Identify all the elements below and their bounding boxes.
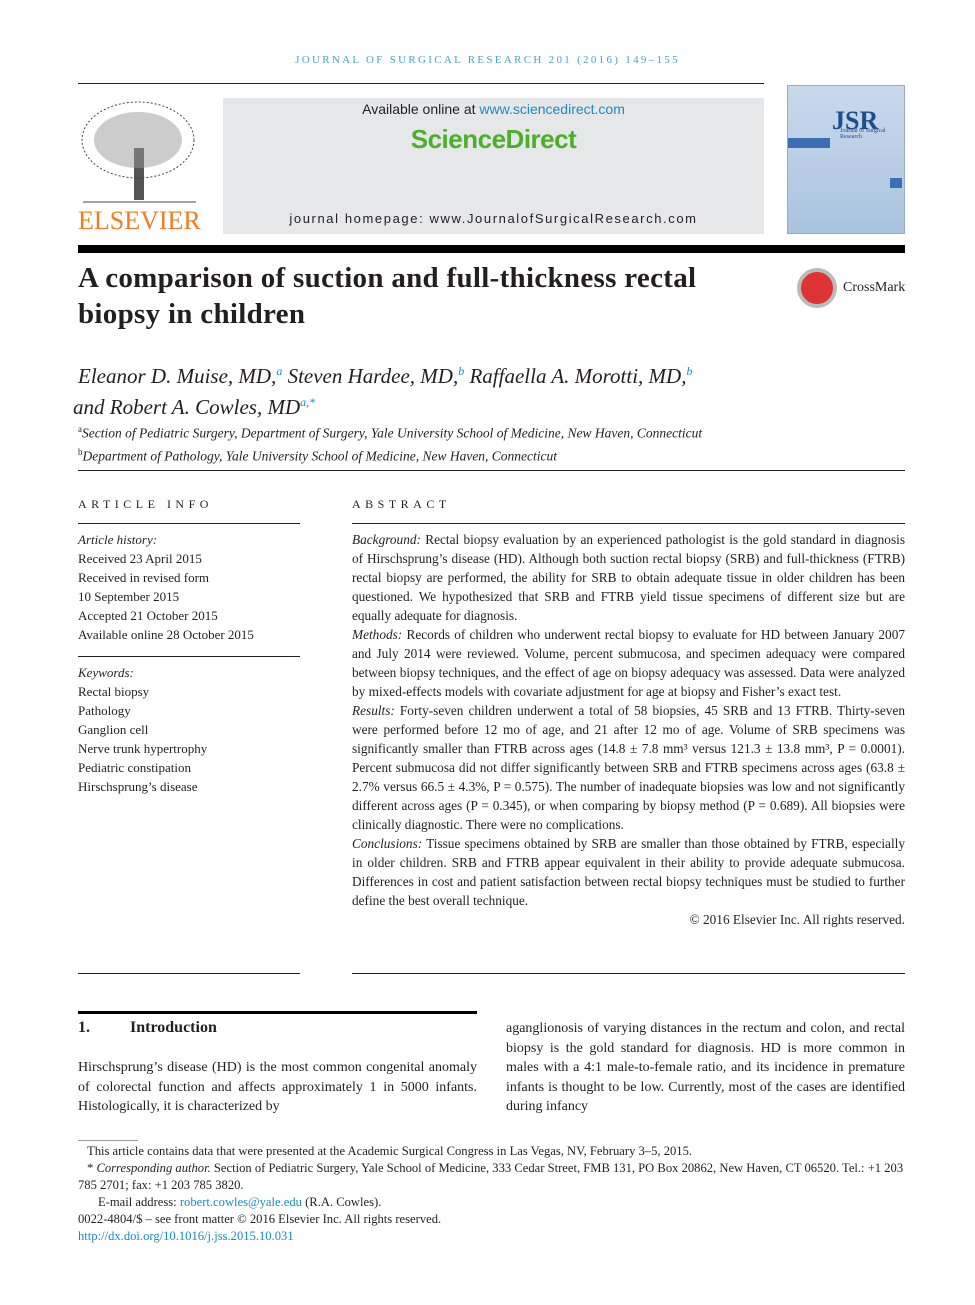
keywords-label: Keywords: (78, 665, 134, 680)
section-label: Background: (352, 532, 421, 547)
article-title: A comparison of suction and full-thickne… (78, 262, 697, 330)
sciencedirect-logo: ScienceDirect (410, 124, 577, 154)
section-label: Results: (352, 703, 395, 718)
author-list: Eleanor D. Muise, MD,a Steven Hardee, MD… (73, 358, 798, 420)
divider (78, 523, 300, 524)
email-suffix: (R.A. Cowles). (301, 1195, 382, 1209)
email-label: E-mail address: (98, 1195, 180, 1209)
cover-stripe (890, 178, 902, 188)
section-text: Forty-seven children underwent a total o… (352, 703, 905, 832)
history-item: Received in revised form (78, 570, 210, 585)
keyword: Nerve trunk hypertrophy (78, 741, 208, 756)
section-title: Introduction (130, 1019, 217, 1036)
cover-stripe (788, 138, 830, 148)
abstract-section: Background: Rectal biopsy evaluation by … (352, 530, 905, 625)
keyword: Hirschsprung’s disease (78, 779, 198, 794)
copyright: © 2016 Elsevier Inc. All rights reserved… (689, 912, 905, 927)
email-link[interactable]: robert.cowles@yale.edu (180, 1195, 302, 1209)
divider (78, 973, 300, 974)
crossmark-label: CrossMark (843, 280, 906, 295)
divider (352, 973, 905, 974)
elsevier-wordmark: ELSEVIER (78, 206, 201, 235)
author: Eleanor D. Muise, MD, (78, 364, 277, 388)
header-rule (78, 245, 905, 253)
section-number: 1. (78, 1019, 90, 1036)
cover-subtitle: Journal of Surgical Research (840, 128, 886, 140)
journal-banner: Available online at www.sciencedirect.co… (223, 98, 764, 234)
footnote: E-mail address: robert.cowles@yale.edu (… (78, 1194, 905, 1211)
history-item: Accepted 21 October 2015 (78, 608, 218, 623)
affil-text: Section of Pediatric Surgery, Department… (82, 425, 703, 441)
author: and Robert A. Cowles, MD (73, 395, 301, 419)
affil-text: Department of Pathology, Yale University… (82, 448, 558, 463)
history-item: Available online 28 October 2015 (78, 627, 254, 642)
journal-cover: JSR Journal of Surgical Research (787, 85, 905, 234)
article-info: Article history: Received 23 April 2015 … (78, 530, 300, 796)
article-info-heading: ARTICLE INFO (78, 497, 213, 511)
intro-column-1: Hirschsprung’s disease (HD) is the most … (78, 1060, 477, 1114)
author: Raffaella A. Morotti, MD, (464, 364, 687, 388)
section-text: Records of children who underwent rectal… (352, 627, 905, 699)
section-heading: 1. Introduction (78, 1019, 217, 1037)
doi-link[interactable]: http://dx.doi.org/10.1016/j.jss.2015.10.… (78, 1229, 294, 1243)
footnote: * Corresponding author. Section of Pedia… (78, 1160, 905, 1194)
author-affil-link[interactable]: b (686, 364, 692, 378)
sciencedirect-link[interactable]: www.sciencedirect.com (479, 101, 625, 117)
keyword: Pediatric constipation (78, 760, 192, 775)
available-text: Available online at (362, 101, 480, 117)
divider (78, 83, 764, 84)
author: Steven Hardee, MD, (282, 364, 459, 388)
affiliation: aSection of Pediatric Surgery, Departmen… (78, 420, 878, 443)
journal-header: JOURNAL OF SURGICAL RESEARCH 201 (2016) … (295, 54, 680, 66)
section-text: Rectal biopsy evaluation by an experienc… (352, 532, 905, 623)
abstract-section: Methods: Records of children who underwe… (352, 625, 905, 701)
abstract-heading: ABSTRACT (352, 497, 451, 511)
abstract-section: Conclusions: Tissue specimens obtained b… (352, 834, 905, 910)
intro-column-2: aganglionosis of varying distances in th… (506, 1021, 905, 1114)
abstract-body: Background: Rectal biopsy evaluation by … (352, 530, 905, 929)
footnote-rule (78, 1140, 138, 1141)
section-rule (78, 1011, 477, 1014)
section-label: Conclusions: (352, 836, 423, 851)
journal-homepage[interactable]: journal homepage: www.JournalofSurgicalR… (223, 211, 764, 226)
elsevier-logo: ELSEVIER (78, 98, 201, 236)
available-online: Available online at www.sciencedirect.co… (223, 101, 764, 117)
affiliation: bDepartment of Pathology, Yale Universit… (78, 443, 878, 466)
keyword: Pathology (78, 703, 131, 718)
issn-line: 0022-4804/$ – see front matter © 2016 El… (78, 1212, 442, 1226)
crossmark-badge[interactable]: CrossMark (797, 268, 907, 310)
abstract-section: Results: Forty-seven children underwent … (352, 701, 905, 834)
affiliations: aSection of Pediatric Surgery, Departmen… (78, 420, 878, 465)
keyword: Rectal biopsy (78, 684, 150, 699)
history-item: Received 23 April 2015 (78, 551, 202, 566)
history-label: Article history: (78, 532, 158, 547)
tree-icon (81, 101, 196, 203)
divider (352, 523, 905, 524)
author-affil-link[interactable]: a,* (300, 395, 315, 409)
divider (78, 470, 905, 471)
section-text: Tissue specimens obtained by SRB are sma… (352, 836, 905, 908)
footnote: This article contains data that were pre… (87, 1144, 693, 1158)
history-item: 10 September 2015 (78, 589, 180, 604)
footnotes: This article contains data that were pre… (78, 1143, 905, 1245)
keyword: Ganglion cell (78, 722, 149, 737)
divider (78, 656, 300, 657)
section-label: Methods: (352, 627, 403, 642)
crossmark-icon (797, 268, 837, 308)
footnote-label: Corresponding author. (96, 1161, 211, 1175)
